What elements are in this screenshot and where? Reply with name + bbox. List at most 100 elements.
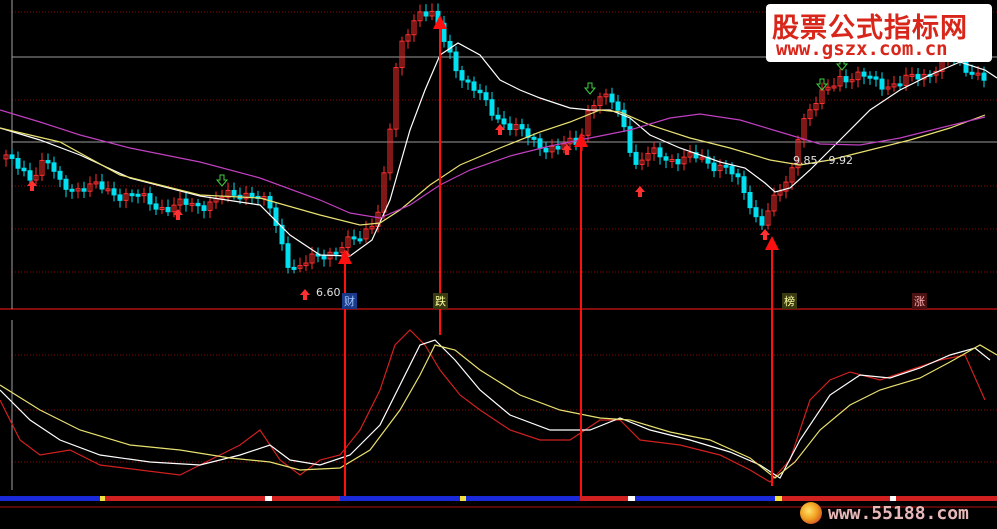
candle-body-21 xyxy=(129,193,135,197)
status-band-segment-7 xyxy=(466,496,580,501)
candle-body-88 xyxy=(531,136,537,140)
candle-body-30 xyxy=(183,198,189,205)
candle-body-13 xyxy=(81,188,87,192)
signal-arrow-head-1 xyxy=(433,15,447,29)
candle-body-125 xyxy=(753,207,759,218)
candle-body-105 xyxy=(633,151,639,165)
candle-body-79 xyxy=(477,89,483,94)
candle-body-11 xyxy=(69,188,75,192)
candle-body-19 xyxy=(117,194,123,201)
sell-marker-1 xyxy=(583,82,597,95)
candle-body-78 xyxy=(471,81,477,91)
status-band-segment-3 xyxy=(265,496,272,501)
candle-body-81 xyxy=(489,99,495,116)
candle-body-112 xyxy=(675,158,681,165)
ma-fast-line xyxy=(0,42,997,257)
buy-marker-5 xyxy=(635,186,645,197)
status-band-segment-12 xyxy=(782,496,890,501)
status-band-segment-6 xyxy=(460,496,466,501)
watermark-logo-icon xyxy=(800,502,822,524)
buy-marker-7 xyxy=(300,289,310,300)
candle-body-126 xyxy=(759,216,765,226)
candle-body-1 xyxy=(9,154,15,159)
candle-body-160 xyxy=(963,60,969,73)
candle-body-3 xyxy=(21,167,27,172)
candle-body-149 xyxy=(897,83,903,87)
candle-body-110 xyxy=(663,156,669,161)
candle-body-59 xyxy=(357,238,363,242)
candle-body-24 xyxy=(147,193,153,205)
candle-body-84 xyxy=(507,123,513,131)
candle-body-86 xyxy=(519,124,525,130)
candle-body-83 xyxy=(501,118,507,125)
osc-slow-line xyxy=(0,344,997,479)
status-band-segment-0 xyxy=(0,496,100,501)
candle-body-92 xyxy=(555,145,561,150)
watermark-bottom-url: www.55188.com xyxy=(828,503,969,524)
ma-mid-line xyxy=(0,109,986,226)
candle-body-146 xyxy=(879,78,885,90)
candle-body-102 xyxy=(615,101,621,111)
status-band-segment-10 xyxy=(635,496,775,501)
candle-body-16 xyxy=(99,181,105,190)
candle-body-7 xyxy=(45,160,51,164)
candle-body-124 xyxy=(747,192,753,209)
watermark-url: www.gszx.com.cn xyxy=(776,38,948,60)
status-band-segment-1 xyxy=(100,496,105,501)
candle-body-48 xyxy=(291,266,297,270)
candle-body-41 xyxy=(249,192,255,197)
candle-body-22 xyxy=(135,193,141,197)
candle-body-76 xyxy=(459,70,465,81)
candle-body-8 xyxy=(51,162,57,172)
candle-body-18 xyxy=(111,188,117,196)
candle-body-75 xyxy=(453,51,459,72)
candle-body-38 xyxy=(231,189,237,196)
status-band-segment-9 xyxy=(628,496,635,501)
watermark-top: 股票公式指标网 www.gszx.com.cn xyxy=(766,4,992,62)
status-band-segment-11 xyxy=(775,496,782,501)
candle-body-123 xyxy=(741,176,747,194)
candle-body-55 xyxy=(333,251,339,255)
range-label: 9.85 - 9.92 xyxy=(793,154,853,167)
candle-body-118 xyxy=(711,162,717,172)
osc-mid-line xyxy=(0,339,991,479)
signal-label-bang: 榜 xyxy=(782,293,797,309)
candle-body-33 xyxy=(201,205,207,211)
candle-body-143 xyxy=(861,71,867,77)
candle-body-140 xyxy=(843,76,849,83)
sell-marker-0 xyxy=(215,174,229,187)
candle-body-44 xyxy=(267,196,273,209)
buy-marker-6 xyxy=(760,229,770,240)
candle-body-89 xyxy=(537,138,543,149)
stock-chart xyxy=(0,0,997,508)
candle-body-145 xyxy=(873,76,879,80)
candle-body-10 xyxy=(63,178,69,190)
status-band-segment-4 xyxy=(272,496,340,501)
signal-label-zhang: 涨 xyxy=(912,293,927,309)
signal-label-cai: 财 xyxy=(342,293,357,309)
candle-body-2 xyxy=(15,157,21,169)
candle-body-32 xyxy=(195,202,201,207)
low-price-label: 6.60 xyxy=(316,286,341,299)
candle-body-121 xyxy=(729,165,735,175)
candle-body-109 xyxy=(657,147,663,158)
candle-body-4 xyxy=(27,170,33,181)
candle-body-27 xyxy=(165,206,171,213)
candle-body-9 xyxy=(57,170,63,180)
status-band-segment-14 xyxy=(896,496,997,501)
candle-body-58 xyxy=(351,236,357,240)
status-band-segment-13 xyxy=(890,496,896,501)
candle-body-144 xyxy=(867,75,873,79)
candle-body-77 xyxy=(465,79,471,83)
osc-fast-line xyxy=(0,329,986,483)
status-band-segment-2 xyxy=(105,496,265,501)
candle-body-161 xyxy=(969,71,975,75)
candle-body-120 xyxy=(723,164,729,168)
signal-label-die: 跌 xyxy=(433,293,448,309)
candle-body-82 xyxy=(495,114,501,120)
candle-body-47 xyxy=(285,243,291,268)
candle-body-25 xyxy=(153,203,159,210)
candle-body-152 xyxy=(915,73,921,80)
status-band-segment-8 xyxy=(580,496,628,501)
signal-arrow-head-3 xyxy=(765,236,779,250)
